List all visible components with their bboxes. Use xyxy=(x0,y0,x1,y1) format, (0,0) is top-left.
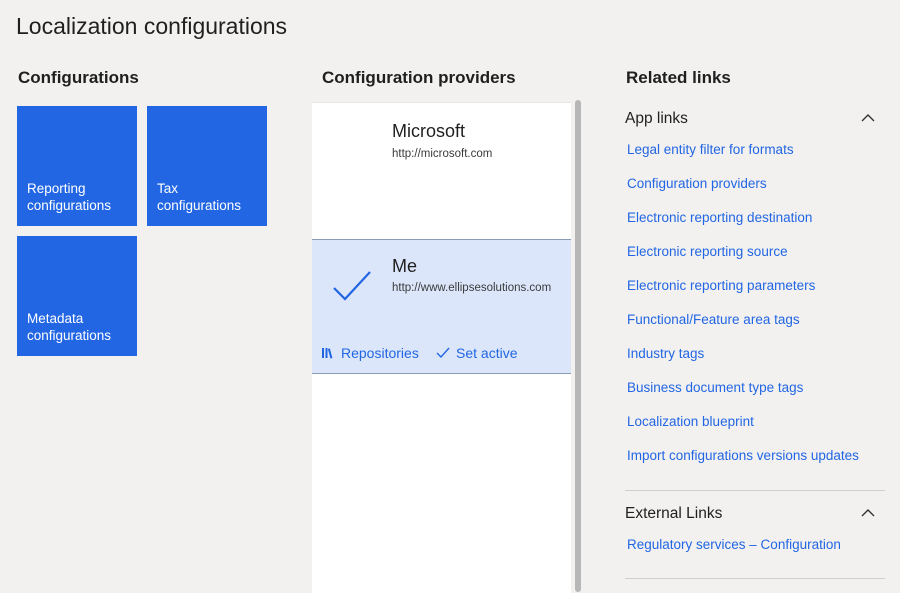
set-active-label: Set active xyxy=(456,345,518,361)
provider-name: Me xyxy=(392,256,418,276)
providers-scrollbar[interactable] xyxy=(575,100,581,592)
app-link[interactable]: Business document type tags xyxy=(627,380,803,395)
providers-list: Microsoft http://microsoft.com Me http:/… xyxy=(312,102,571,593)
repositories-button[interactable]: Repositories xyxy=(321,345,419,361)
configurations-heading: Configurations xyxy=(18,68,139,87)
link-regulatory-services[interactable]: Regulatory services – Configuration xyxy=(627,537,841,552)
chevron-up-icon[interactable] xyxy=(860,112,876,124)
tile-label-line2: configurations xyxy=(27,198,112,213)
tile-label-line1: Metadata xyxy=(27,311,84,326)
divider xyxy=(625,490,885,491)
provider-url: http://microsoft.com xyxy=(392,148,493,160)
provider-name: Microsoft xyxy=(392,121,466,141)
tile-tax-configurations[interactable]: Tax configurations xyxy=(147,106,267,226)
tile-label-line1: Tax xyxy=(157,181,179,196)
set-active-button[interactable]: Set active xyxy=(436,345,517,361)
library-icon xyxy=(322,348,333,359)
provider-card-microsoft[interactable]: Microsoft http://microsoft.com xyxy=(312,103,571,239)
app-link[interactable]: Import configurations versions updates xyxy=(627,448,859,463)
tile-label-line2: configurations xyxy=(27,328,112,343)
tile-reporting-configurations[interactable]: Reporting configurations xyxy=(17,106,137,226)
app-link[interactable]: Functional/Feature area tags xyxy=(627,312,800,327)
app-link[interactable]: Configuration providers xyxy=(627,176,767,191)
repositories-label: Repositories xyxy=(341,345,419,361)
checkmark-icon xyxy=(436,347,450,359)
chevron-up-icon[interactable] xyxy=(860,507,876,519)
external-links-heading: External Links xyxy=(625,505,723,522)
tile-metadata-configurations[interactable]: Metadata configurations xyxy=(17,236,137,356)
tile-label-line1: Reporting xyxy=(27,181,86,196)
tile-label-line2: configurations xyxy=(157,198,242,213)
app-link[interactable]: Electronic reporting source xyxy=(627,244,788,259)
app-link[interactable]: Localization blueprint xyxy=(627,414,754,429)
app-link[interactable]: Industry tags xyxy=(627,346,704,361)
app-link[interactable]: Legal entity filter for formats xyxy=(627,142,794,157)
providers-heading: Configuration providers xyxy=(322,68,516,87)
provider-card-me[interactable]: Me http://www.ellipsesolutions.com Repos… xyxy=(312,239,571,374)
app-links-heading: App links xyxy=(625,110,688,127)
provider-url: http://www.ellipsesolutions.com xyxy=(392,282,552,294)
checkmark-icon xyxy=(333,271,371,301)
related-links-heading: Related links xyxy=(626,68,731,87)
page-title: Localization configurations xyxy=(16,13,288,39)
divider xyxy=(625,578,885,579)
app-link[interactable]: Electronic reporting destination xyxy=(627,210,812,225)
app-link[interactable]: Electronic reporting parameters xyxy=(627,278,815,293)
